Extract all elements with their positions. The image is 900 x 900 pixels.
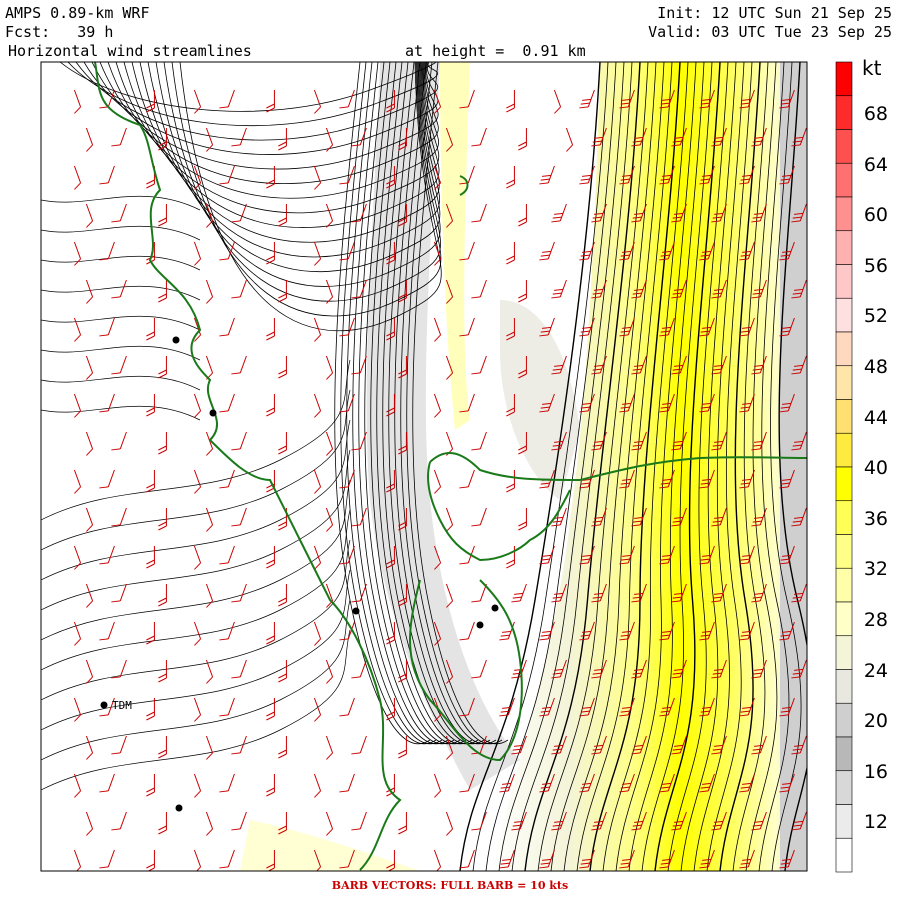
- colorbar-swatch: [835, 196, 853, 232]
- forecast-hour: Fcst: 39 h: [5, 23, 114, 41]
- colorbar-label: 44: [863, 406, 888, 429]
- station-marker: [172, 336, 180, 344]
- colorbar-label: 64: [863, 153, 888, 176]
- colorbar-swatch: [835, 95, 853, 130]
- colorbar-label: 24: [863, 659, 888, 682]
- barb-legend: BARB VECTORS: FULL BARB = 10 kts: [331, 879, 569, 892]
- colorbar-label: 56: [863, 254, 888, 277]
- colorbar-label: 32: [863, 558, 888, 581]
- colorbar-swatch: [835, 635, 853, 670]
- colorbar-label: 40: [863, 457, 888, 480]
- colorbar-swatch: [835, 804, 853, 839]
- colorbar-label: 60: [863, 204, 888, 227]
- colorbar-swatch: [835, 230, 853, 265]
- colorbar-label: 68: [863, 103, 888, 125]
- colorbar-swatch: [835, 466, 853, 502]
- colorbar-swatch: [835, 264, 853, 299]
- colorbar-swatch: [835, 432, 853, 468]
- colorbar-swatch: [835, 534, 853, 569]
- colorbar-label: 12: [863, 811, 888, 834]
- station-marker: [100, 701, 108, 709]
- colorbar-swatch: [835, 702, 853, 738]
- colorbar-label: 16: [863, 760, 888, 783]
- station-marker: [175, 804, 183, 812]
- colorbar-swatch: [835, 331, 853, 367]
- colorbar-swatch: [835, 567, 853, 603]
- colorbar-swatch: [835, 297, 853, 333]
- map-panel: TDM: [40, 61, 808, 872]
- station-label-tdm: TDM: [112, 699, 132, 712]
- colorbar-swatch: [835, 162, 853, 198]
- height-label: at height = 0.91 km: [405, 42, 586, 60]
- colorbar-swatch: [835, 770, 853, 805]
- colorbar-swatch: [835, 399, 853, 434]
- colorbar-swatch: [835, 837, 853, 873]
- colorbar-swatch: [835, 500, 853, 535]
- colorbar-swatch: [835, 61, 853, 97]
- colorbar: [835, 61, 853, 873]
- station-marker: [476, 621, 484, 629]
- colorbar-unit: kt: [862, 56, 882, 80]
- colorbar-label: 36: [863, 507, 888, 530]
- wind-map: TDM: [40, 61, 853, 873]
- colorbar-label: 20: [863, 710, 888, 733]
- colorbar-swatch: [835, 129, 853, 164]
- colorbar-swatch: [835, 669, 853, 704]
- product-title: Horizontal wind streamlines: [8, 42, 252, 60]
- colorbar-swatch: [835, 365, 853, 400]
- init-time: Init: 12 UTC Sun 21 Sep 25: [657, 4, 892, 22]
- valid-time: Valid: 03 UTC Tue 23 Sep 25: [648, 23, 892, 41]
- model-title: AMPS 0.89-km WRF: [5, 4, 150, 22]
- colorbar-label: 52: [863, 305, 888, 328]
- station-marker: [209, 409, 217, 417]
- station-marker: [491, 604, 499, 612]
- station-marker: [352, 607, 360, 615]
- colorbar-label: 48: [863, 356, 888, 378]
- colorbar-label: 28: [863, 609, 888, 631]
- colorbar-swatch: [835, 601, 853, 637]
- colorbar-swatch: [835, 736, 853, 772]
